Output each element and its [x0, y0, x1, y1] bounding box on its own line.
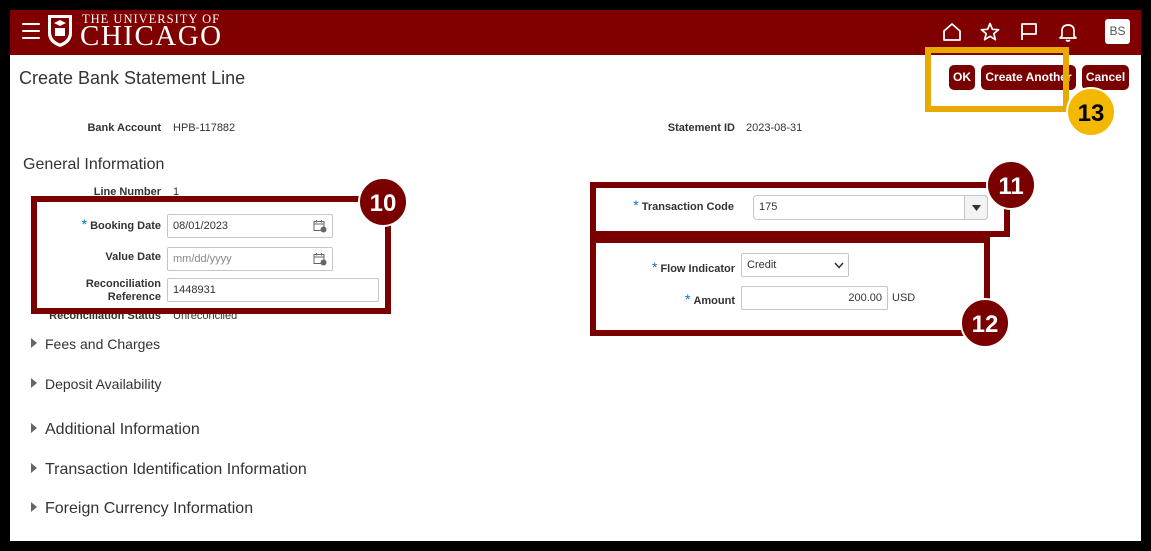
callout-badge-13: 13: [1066, 87, 1116, 137]
star-icon[interactable]: [979, 21, 1001, 43]
statement-id-value: 2023-08-31: [746, 122, 803, 134]
callout-box-10: [31, 196, 391, 314]
home-icon[interactable]: [941, 21, 963, 43]
triangle-right-icon: [31, 422, 37, 433]
section-foreign-currency-information[interactable]: Foreign Currency Information: [31, 500, 253, 518]
user-avatar[interactable]: BS: [1105, 19, 1130, 44]
section-label: Deposit Availability: [45, 376, 162, 392]
section-additional-information[interactable]: Additional Information: [31, 421, 200, 439]
callout-badge-10: 10: [358, 177, 408, 227]
section-label: Additional Information: [45, 421, 200, 438]
section-label: Fees and Charges: [45, 336, 161, 352]
section-transaction-identification-information[interactable]: Transaction Identification Information: [31, 461, 307, 479]
callout-badge-12: 12: [960, 298, 1010, 348]
general-information-header: General Information: [23, 156, 165, 173]
callout-box-12: [590, 237, 990, 336]
app-frame: THE UNIVERSITY OF CHICAGO BS Create Bank…: [10, 10, 1141, 541]
callout-badge-11: 11: [986, 160, 1036, 210]
university-crest-icon: [48, 15, 72, 47]
callout-box-13: [925, 47, 1069, 112]
menu-icon[interactable]: [22, 23, 40, 39]
bell-icon[interactable]: [1057, 21, 1079, 43]
triangle-right-icon: [31, 378, 37, 389]
page-title: Create Bank Statement Line: [19, 68, 246, 88]
section-fees-and-charges[interactable]: Fees and Charges: [31, 336, 160, 352]
section-deposit-availability[interactable]: Deposit Availability: [31, 376, 161, 392]
callout-box-11: [590, 182, 1010, 237]
statement-id-label: Statement ID: [667, 122, 735, 134]
triangle-right-icon: [31, 462, 37, 473]
flag-icon[interactable]: [1018, 21, 1040, 43]
triangle-right-icon: [31, 338, 37, 349]
bank-account-value: HPB-117882: [173, 122, 236, 134]
bank-account-label: Bank Account: [87, 122, 161, 134]
section-label: Foreign Currency Information: [45, 500, 254, 517]
triangle-right-icon: [31, 501, 37, 512]
section-label: Transaction Identification Information: [45, 461, 307, 478]
university-name-line2: CHICAGO: [80, 20, 223, 52]
